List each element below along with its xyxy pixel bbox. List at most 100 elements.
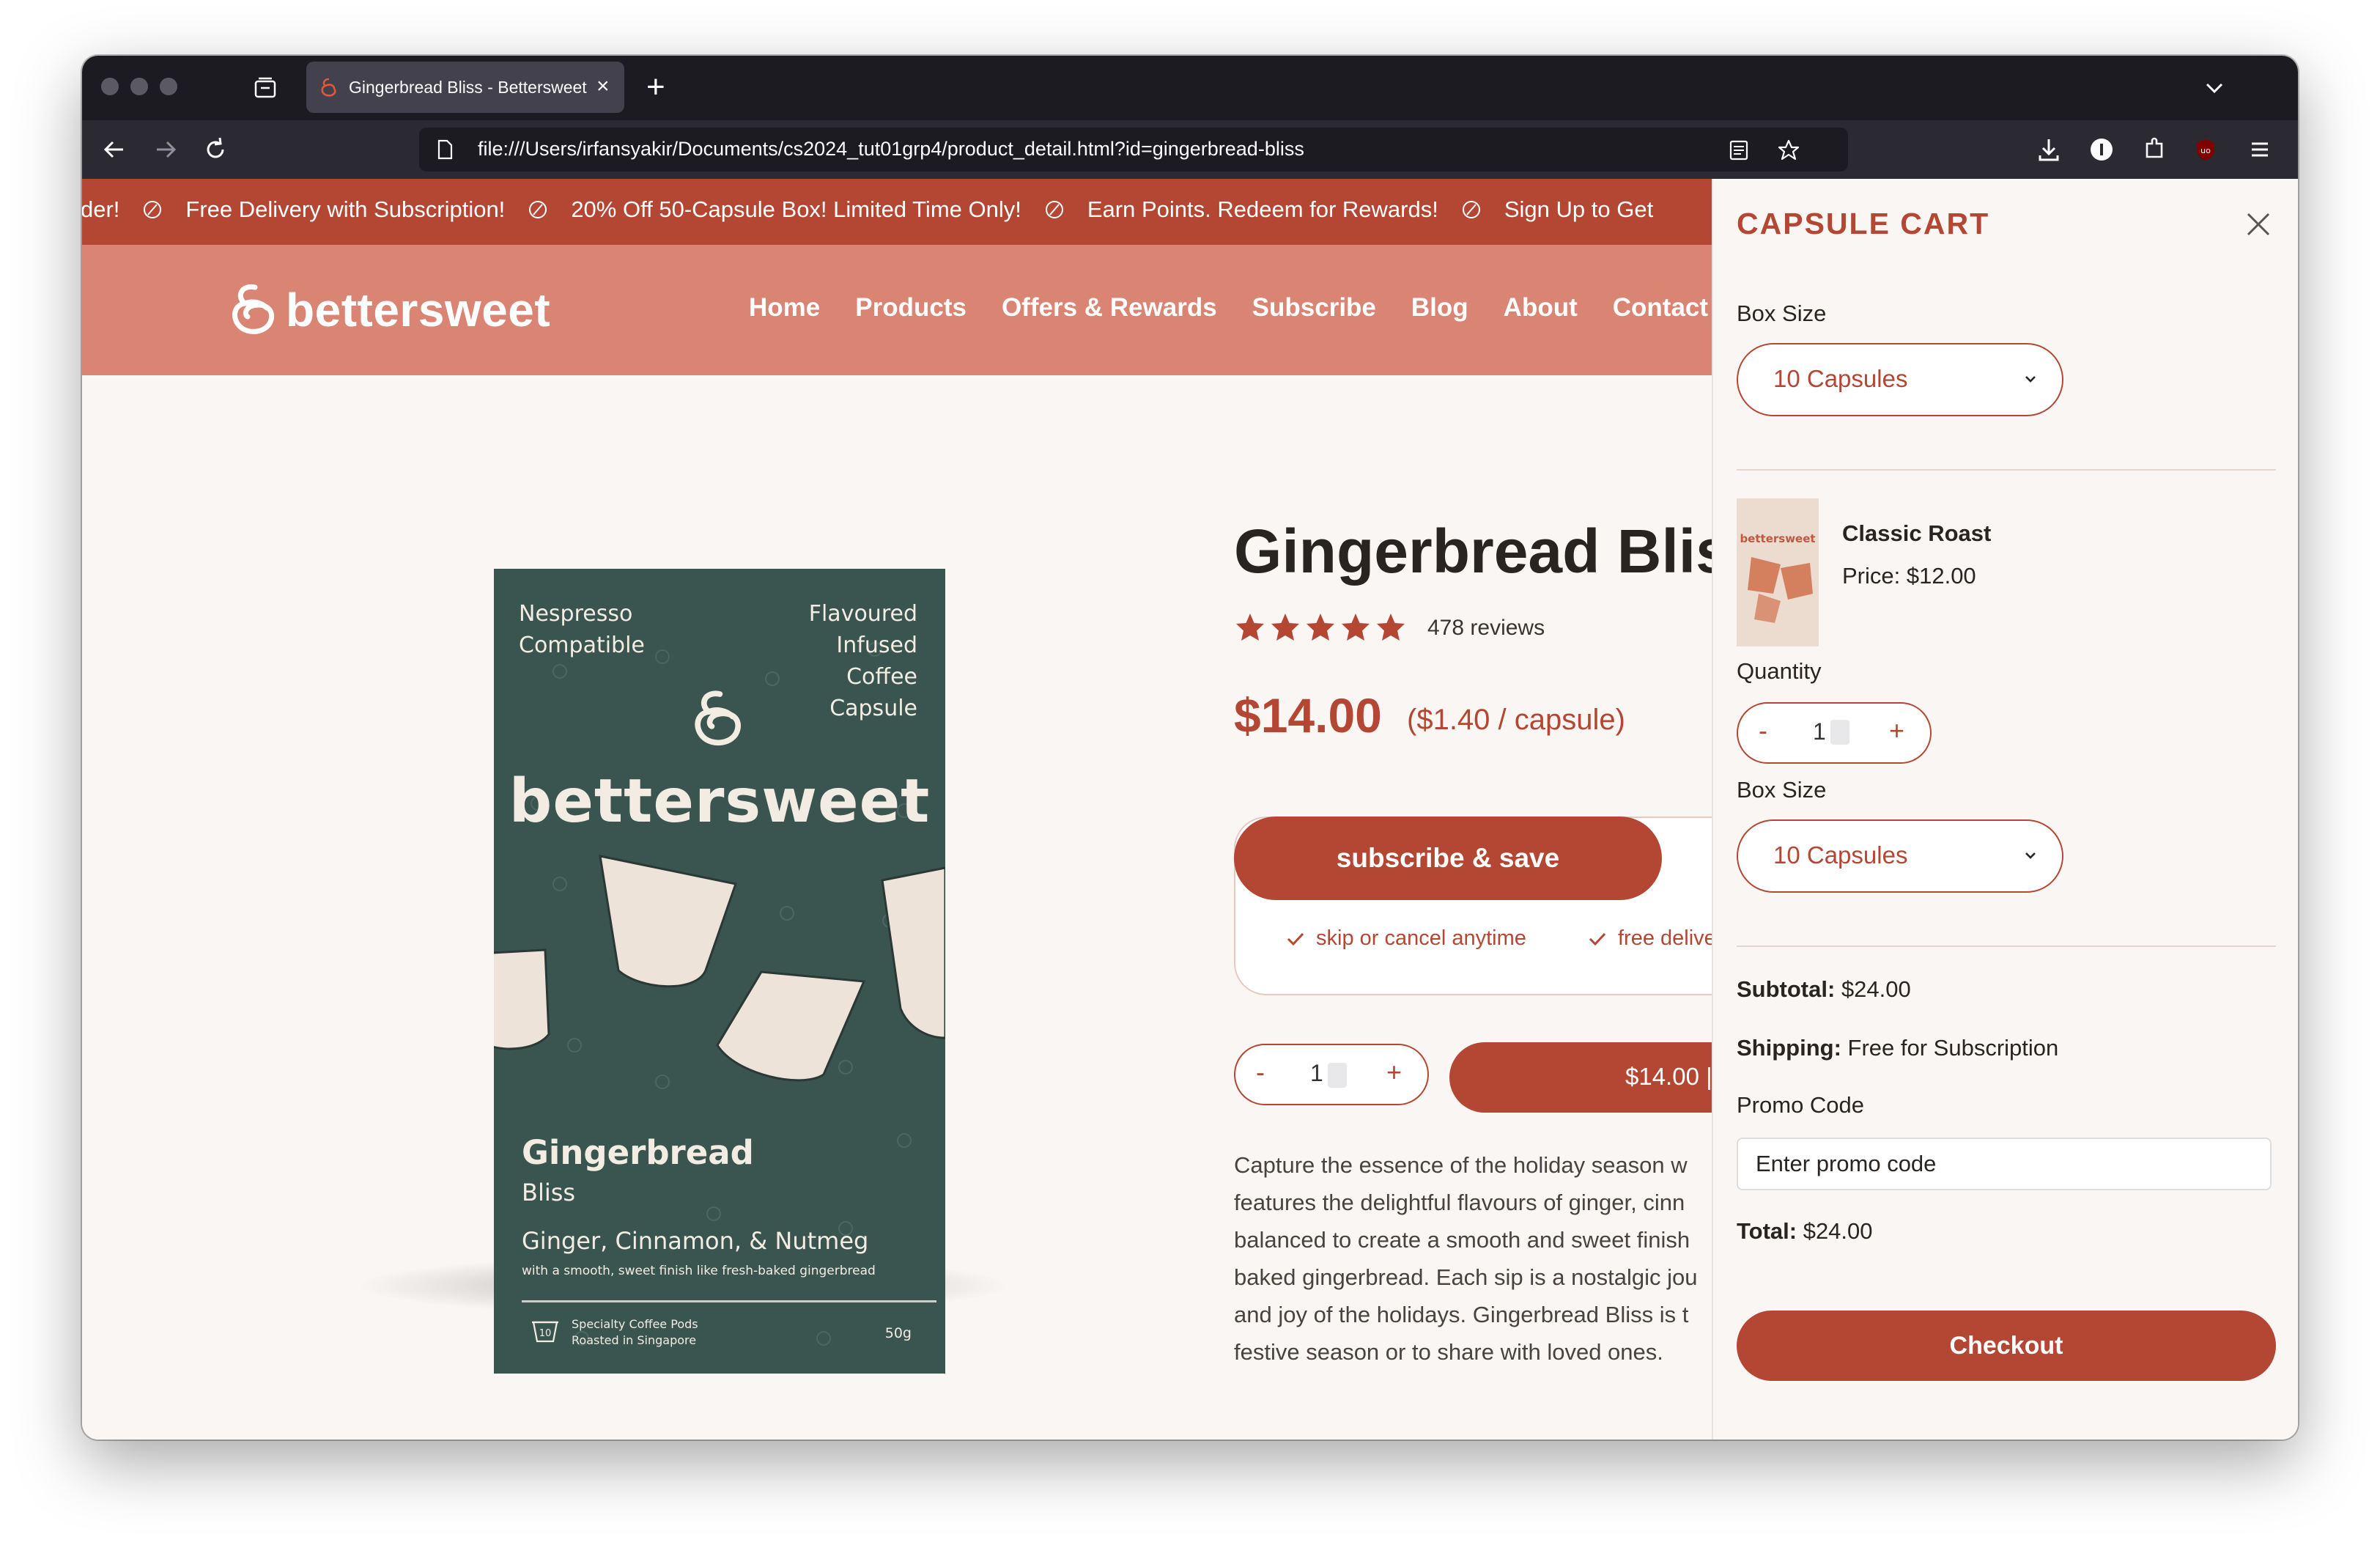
ticker-item: Free Delivery with Subscription!	[185, 196, 506, 222]
quantity-value[interactable]: 1	[1813, 718, 1826, 745]
package-text: Infused	[836, 633, 917, 658]
increment-button[interactable]: +	[1889, 715, 1904, 746]
subscribe-save-button[interactable]: subscribe & save	[1234, 817, 1662, 900]
checkout-button[interactable]: Checkout	[1737, 1311, 2276, 1381]
bettersweet-logo-icon	[232, 284, 275, 334]
nav-about[interactable]: About	[1504, 293, 1578, 322]
subtotal-row: Subtotal: $24.00	[1737, 976, 1911, 1003]
nav-subscribe[interactable]: Subscribe	[1252, 293, 1376, 322]
package-subname: Bliss	[522, 1179, 576, 1206]
back-icon[interactable]	[98, 133, 130, 166]
subtotal-label: Subtotal:	[1737, 976, 1836, 1002]
package-name: Gingerbread	[522, 1133, 754, 1172]
package-notes-desc: with a smooth, sweet finish like fresh-b…	[522, 1264, 876, 1278]
decrement-button[interactable]: -	[1759, 715, 1767, 746]
price-per-capsule: ($1.40 / capsule)	[1407, 704, 1625, 736]
tab-close-icon[interactable]: ×	[596, 72, 610, 101]
zoom-window-button[interactable]	[160, 78, 177, 95]
brand-name: bettersweet	[286, 284, 551, 336]
package-divider	[522, 1300, 936, 1302]
ublock-origin-icon[interactable]: uo	[2189, 133, 2222, 166]
cart-divider	[1737, 469, 2276, 471]
star-icon	[1271, 613, 1299, 641]
cart-item-name: Classic Roast	[1842, 520, 1992, 546]
extensions-icon[interactable]	[2138, 133, 2170, 166]
coffee-bean-icon	[144, 201, 162, 218]
package-small-print: Specialty Coffee Pods Roasted in Singapo…	[572, 1316, 698, 1349]
promo-code-input[interactable]	[1737, 1138, 2272, 1190]
address-bar[interactable]: file:///Users/irfansyakir/Documents/cs20…	[419, 128, 1848, 172]
shipping-row: Shipping: Free for Subscription	[1737, 1035, 2058, 1061]
promo-code-label: Promo Code	[1737, 1092, 1865, 1118]
navigation-toolbar: file:///Users/irfansyakir/Documents/cs20…	[82, 120, 2298, 179]
package-text: Flavoured	[808, 601, 917, 627]
new-tab-icon[interactable]: +	[646, 69, 665, 106]
reader-view-icon[interactable]	[1726, 138, 1751, 163]
svg-text:uo: uo	[2200, 146, 2211, 155]
perk-free-delivery: free delive	[1587, 926, 1716, 951]
tab-title: Gingerbread Bliss - Bettersweet	[349, 78, 587, 97]
nav-blog[interactable]: Blog	[1411, 293, 1468, 322]
package-text: Capsule	[829, 696, 917, 721]
forward-icon[interactable]	[149, 133, 182, 166]
nav-home[interactable]: Home	[749, 293, 820, 322]
downloads-icon[interactable]	[2033, 133, 2065, 166]
nav-offers-rewards[interactable]: Offers & Rewards	[1002, 293, 1217, 322]
coffee-bean-icon	[1462, 201, 1480, 218]
package-compat: Nespresso Compatible	[519, 598, 645, 661]
box-size-select[interactable]: 10 Capsules	[1737, 819, 2063, 893]
nav-products[interactable]: Products	[855, 293, 967, 322]
password-manager-icon[interactable]	[2085, 133, 2118, 166]
spinner-arrows-icon[interactable]	[1328, 1063, 1347, 1088]
bookmark-star-icon[interactable]	[1776, 138, 1801, 163]
perk-skip-cancel: skip or cancel anytime	[1285, 926, 1526, 951]
review-count[interactable]: 478 reviews	[1427, 616, 1545, 641]
quantity-value[interactable]: 1	[1310, 1060, 1323, 1087]
bettersweet-logo-icon	[695, 690, 742, 746]
box-size-label: Box Size	[1737, 777, 1827, 803]
coffee-bean-icon	[529, 201, 547, 218]
star-icon	[1307, 613, 1334, 641]
browser-window: Gingerbread Bliss - Bettersweet × + file…	[82, 56, 2298, 1440]
nav-contact[interactable]: Contact	[1613, 293, 1708, 322]
thumb-brand: bettersweet	[1740, 532, 1815, 545]
tab-manager-icon[interactable]	[252, 75, 278, 101]
package-flavour: Flavoured Infused Coffee Capsule	[809, 598, 917, 724]
classic-roast-package-image: bettersweet	[1737, 498, 1819, 646]
menu-hamburger-icon[interactable]	[2244, 133, 2276, 166]
tab-active[interactable]: Gingerbread Bliss - Bettersweet ×	[306, 62, 624, 113]
minimize-window-button[interactable]	[130, 78, 148, 95]
close-window-button[interactable]	[101, 78, 119, 95]
cart-drawer: CAPSULE CART Box Size 10 Capsules better…	[1712, 179, 2298, 1440]
package-brand: bettersweet	[509, 767, 931, 836]
decrement-button[interactable]: -	[1256, 1057, 1265, 1088]
page-content: der! Free Delivery with Subscription! 20…	[82, 179, 2298, 1440]
increment-button[interactable]: +	[1386, 1057, 1402, 1088]
cart-quantity-stepper: - 1 +	[1737, 702, 1932, 764]
ticker-item: der!	[82, 196, 120, 222]
product-description: Capture the essence of the holiday seaso…	[1234, 1152, 1698, 1365]
ticker-item: Earn Points. Redeem for Rewards!	[1087, 196, 1438, 222]
subtotal-value: $24.00	[1841, 976, 1911, 1002]
total-row: Total: $24.00	[1737, 1218, 1873, 1245]
package-text: Roasted in Singapore	[572, 1333, 697, 1347]
capsule-count: 10	[539, 1328, 552, 1339]
url-text[interactable]: file:///Users/irfansyakir/Documents/cs20…	[478, 138, 1304, 161]
window-controls	[101, 78, 177, 95]
ticker-item: 20% Off 50-Capsule Box! Limited Time Onl…	[571, 196, 1021, 222]
chevron-down-icon	[2025, 376, 2036, 383]
cart-title: CAPSULE CART	[1737, 207, 1990, 240]
site-logo[interactable]: bettersweet	[226, 280, 550, 340]
box-size-select[interactable]: 10 Capsules	[1737, 343, 2063, 416]
list-all-tabs-icon[interactable]	[2198, 72, 2231, 104]
ticker-item: Sign Up to Get	[1504, 196, 1654, 222]
capsule-count-icon: 10	[532, 1321, 558, 1343]
close-icon[interactable]	[2244, 210, 2273, 239]
tab-strip: Gingerbread Bliss - Bettersweet × +	[82, 56, 2298, 120]
bettersweet-favicon-icon	[321, 78, 336, 97]
perk-text: free delive	[1618, 926, 1716, 950]
spinner-arrows-icon[interactable]	[1830, 720, 1849, 745]
reload-icon[interactable]	[199, 133, 232, 166]
box-size-value: 10 Capsules	[1773, 365, 1908, 392]
package-weight: 50g	[884, 1325, 912, 1341]
